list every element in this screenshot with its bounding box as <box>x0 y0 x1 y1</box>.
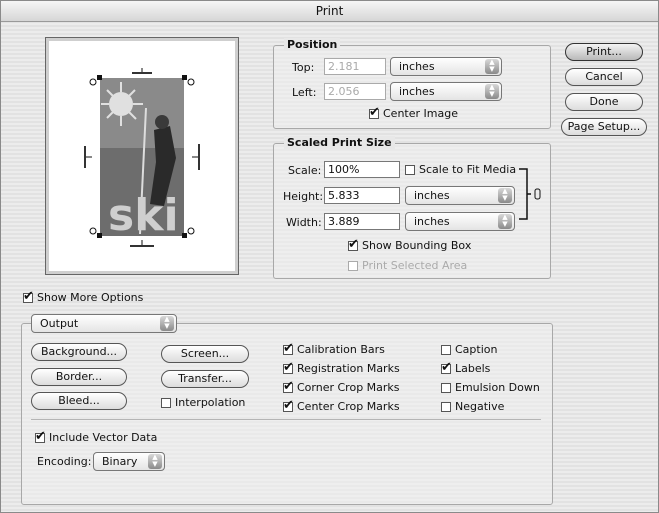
position-group-label: Position <box>284 38 341 51</box>
checkbox-checked-icon <box>283 379 294 394</box>
emulsion-down-checkbox[interactable]: Emulsion Down <box>441 381 540 394</box>
checkbox-unchecked-icon <box>441 382 451 393</box>
height-field[interactable]: 5.833 <box>324 187 400 204</box>
select-arrows-icon: ▲ ▼ <box>485 84 499 99</box>
height-label: Height: <box>283 190 324 203</box>
output-menu-select[interactable]: Output ▲ ▼ <box>31 314 177 333</box>
print-selected-area-checkbox[interactable]: Print Selected Area <box>348 259 467 272</box>
screen-button[interactable]: Screen... <box>161 345 249 363</box>
encoding-label: Encoding: <box>37 455 92 468</box>
checkbox-checked-icon <box>441 360 452 375</box>
labels-checkbox[interactable]: Labels <box>441 360 491 375</box>
left-unit-value: inches <box>399 85 435 98</box>
select-arrows-icon: ▲ ▼ <box>148 454 162 469</box>
border-button[interactable]: Border... <box>31 368 127 386</box>
show-more-options-checkbox[interactable]: Show More Options <box>23 289 144 304</box>
center-image-checkbox[interactable]: Center Image <box>369 105 458 120</box>
checkbox-checked-icon <box>369 105 380 120</box>
window-title: Print <box>1 1 658 22</box>
preview-art-text: ski <box>108 190 179 241</box>
checkbox-unchecked-icon <box>441 344 451 355</box>
output-menu-value: Output <box>40 317 79 330</box>
height-unit-select[interactable]: inches ▲ ▼ <box>405 186 515 205</box>
registration-marks-label: Registration Marks <box>297 362 400 375</box>
checkbox-checked-icon <box>348 237 359 252</box>
left-label: Left: <box>292 86 317 99</box>
select-arrows-icon: ▲ ▼ <box>498 188 512 203</box>
left-unit-select[interactable]: inches ▲ ▼ <box>390 82 502 101</box>
width-unit-select[interactable]: inches ▲ ▼ <box>405 212 515 231</box>
include-vector-data-label: Include Vector Data <box>49 431 158 444</box>
calibration-bars-label: Calibration Bars <box>297 343 385 356</box>
checkbox-unchecked-icon <box>405 164 415 175</box>
corner-crop-marks-label: Corner Crop Marks <box>297 381 400 394</box>
width-label: Width: <box>286 216 322 229</box>
scale-field[interactable]: 100% <box>324 161 400 178</box>
caption-checkbox[interactable]: Caption <box>441 343 497 356</box>
cancel-button[interactable]: Cancel <box>565 68 643 86</box>
checkbox-checked-icon <box>283 341 294 356</box>
labels-label: Labels <box>455 362 491 375</box>
corner-crop-marks-checkbox[interactable]: Corner Crop Marks <box>283 379 400 394</box>
bleed-button[interactable]: Bleed... <box>31 392 127 410</box>
interpolation-checkbox[interactable]: Interpolation <box>161 396 245 409</box>
registration-marks-checkbox[interactable]: Registration Marks <box>283 360 400 375</box>
checkbox-checked-icon <box>23 289 34 304</box>
scale-to-fit-checkbox[interactable]: Scale to Fit Media <box>405 163 516 176</box>
checkbox-unchecked-icon <box>161 397 171 408</box>
left-field[interactable]: 2.056 <box>324 83 386 100</box>
calibration-bars-checkbox[interactable]: Calibration Bars <box>283 341 385 356</box>
print-preview: ski <box>45 37 239 275</box>
top-unit-select[interactable]: inches ▲ ▼ <box>390 57 502 76</box>
negative-label: Negative <box>455 400 505 413</box>
emulsion-down-label: Emulsion Down <box>455 381 540 394</box>
select-arrows-icon: ▲ ▼ <box>498 214 512 229</box>
checkbox-checked-icon <box>35 429 46 444</box>
checkbox-unchecked-icon <box>348 260 358 271</box>
center-image-label: Center Image <box>383 107 458 120</box>
show-bounding-box-checkbox[interactable]: Show Bounding Box <box>348 237 472 252</box>
output-divider <box>31 419 541 420</box>
scale-label: Scale: <box>288 164 322 177</box>
scaled-group-label: Scaled Print Size <box>284 136 395 149</box>
constrain-proportions-link-icon <box>519 168 541 220</box>
encoding-value: Binary <box>102 455 138 468</box>
encoding-select[interactable]: Binary ▲ ▼ <box>93 452 165 471</box>
preview-image[interactable]: ski <box>46 38 238 274</box>
height-unit-value: inches <box>414 189 450 202</box>
checkbox-unchecked-icon <box>441 401 451 412</box>
background-button[interactable]: Background... <box>31 343 127 361</box>
negative-checkbox[interactable]: Negative <box>441 400 504 413</box>
show-bounding-box-label: Show Bounding Box <box>362 239 472 252</box>
show-more-options-label: Show More Options <box>37 291 144 304</box>
caption-label: Caption <box>455 343 498 356</box>
select-arrows-icon: ▲ ▼ <box>160 316 174 331</box>
top-label: Top: <box>292 61 315 74</box>
page-setup-button[interactable]: Page Setup... <box>561 118 647 136</box>
interpolation-label: Interpolation <box>175 396 246 409</box>
scale-to-fit-label: Scale to Fit Media <box>419 163 517 176</box>
top-unit-value: inches <box>399 60 435 73</box>
width-field[interactable]: 3.889 <box>324 213 400 230</box>
print-button[interactable]: Print... <box>565 43 643 61</box>
include-vector-data-checkbox[interactable]: Include Vector Data <box>35 429 158 444</box>
width-unit-value: inches <box>414 215 450 228</box>
top-field[interactable]: 2.181 <box>324 58 386 75</box>
checkbox-checked-icon <box>283 398 294 413</box>
print-selected-area-label: Print Selected Area <box>362 259 468 272</box>
checkbox-checked-icon <box>283 360 294 375</box>
print-dialog: Print ski Position Top: 2.181 inches ▲ ▼… <box>0 0 659 513</box>
select-arrows-icon: ▲ ▼ <box>485 59 499 74</box>
done-button[interactable]: Done <box>565 93 643 111</box>
transfer-button[interactable]: Transfer... <box>161 370 249 388</box>
center-crop-marks-label: Center Crop Marks <box>297 400 400 413</box>
center-crop-marks-checkbox[interactable]: Center Crop Marks <box>283 398 400 413</box>
